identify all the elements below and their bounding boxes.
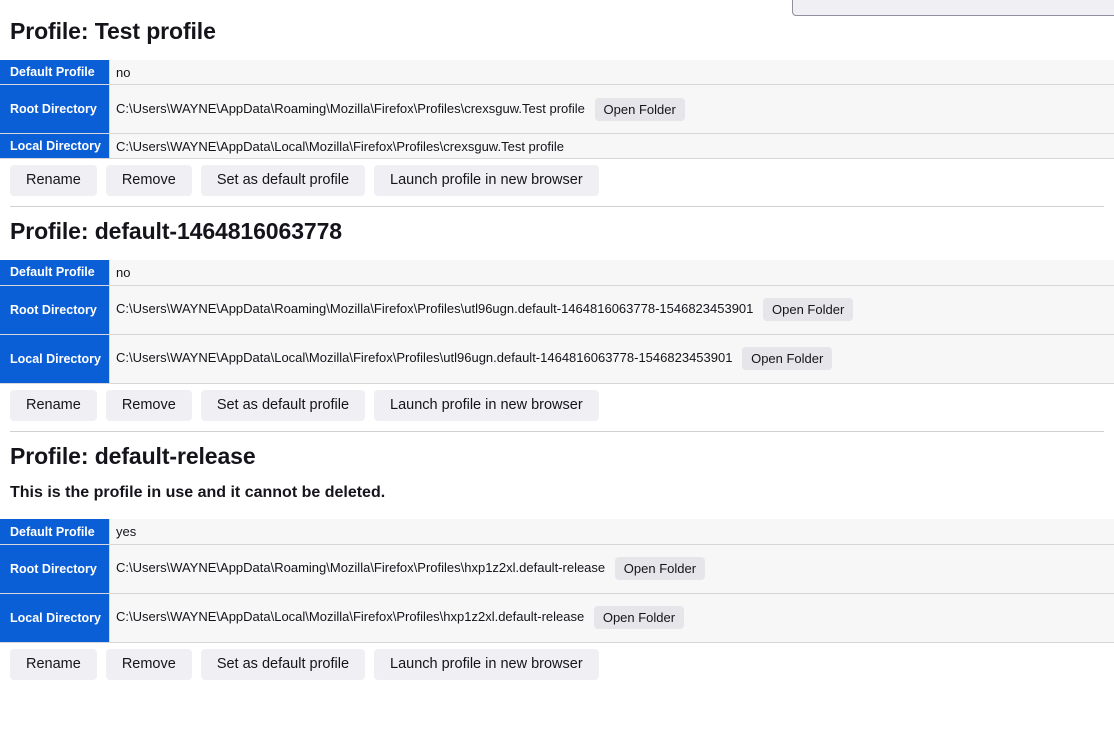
root-directory-path: C:\Users\WAYNE\AppData\Roaming\Mozilla\F… [116, 300, 754, 316]
launch-profile-in-new-browser-button[interactable]: Launch profile in new browser [374, 165, 599, 197]
local-directory-path: C:\Users\WAYNE\AppData\Local\Mozilla\Fir… [116, 609, 585, 625]
default-profile-value: no [116, 264, 131, 280]
table-row: Local Directory C:\Users\WAYNE\AppData\L… [0, 593, 1114, 643]
profile-in-use-notice: This is the profile in use and it cannot… [10, 484, 386, 502]
row-value-default-profile: no [109, 260, 1114, 285]
table-row: Root Directory C:\Users\WAYNE\AppData\Ro… [0, 544, 1114, 594]
row-value-local-directory: C:\Users\WAYNE\AppData\Local\Mozilla\Fir… [109, 334, 1114, 383]
table-row: Local Directory C:\Users\WAYNE\AppData\L… [0, 334, 1114, 383]
rename-button[interactable]: Rename [10, 648, 97, 680]
table-row: Default Profile no [0, 260, 1114, 285]
row-value-local-directory: C:\Users\WAYNE\AppData\Local\Mozilla\Fir… [109, 133, 1114, 159]
about-profiles-page: Profile: Test profile Default Profile no… [0, 0, 1114, 732]
remove-button[interactable]: Remove [105, 165, 192, 197]
local-directory-path: C:\Users\WAYNE\AppData\Local\Mozilla\Fir… [116, 349, 733, 365]
default-profile-value: yes [116, 524, 137, 539]
root-directory-path: C:\Users\WAYNE\AppData\Roaming\Mozilla\F… [116, 100, 585, 116]
row-label-local-directory: Local Directory [0, 593, 111, 643]
set-as-default-profile-button[interactable]: Set as default profile [200, 165, 366, 197]
default-profile-value: no [116, 64, 131, 80]
open-folder-button[interactable]: Open Folder [614, 557, 706, 581]
row-value-default-profile: no [109, 59, 1114, 85]
open-folder-button[interactable]: Open Folder [593, 606, 685, 630]
section-divider [10, 206, 1104, 208]
profile-table: Default Profile no Root Directory C:\Use… [0, 59, 1114, 160]
remove-button[interactable]: Remove [105, 389, 192, 421]
row-label-local-directory: Local Directory [0, 334, 111, 383]
open-folder-button[interactable]: Open Folder [742, 347, 833, 370]
row-label-root-directory: Root Directory [0, 84, 111, 134]
set-as-default-profile-button[interactable]: Set as default profile [200, 389, 366, 421]
open-folder-button[interactable]: Open Folder [594, 97, 685, 121]
spacer-top [0, 0, 1114, 17]
profile-actions: Rename Remove Set as default profile Lau… [0, 643, 1114, 680]
row-value-root-directory: C:\Users\WAYNE\AppData\Roaming\Mozilla\F… [109, 285, 1114, 334]
set-as-default-profile-button[interactable]: Set as default profile [200, 648, 366, 680]
rename-button[interactable]: Rename [10, 165, 97, 197]
profiles-content: Profile: Test profile Default Profile no… [0, 0, 1114, 680]
row-label-default-profile: Default Profile [0, 59, 111, 85]
remove-button[interactable]: Remove [105, 648, 192, 680]
row-value-root-directory: C:\Users\WAYNE\AppData\Roaming\Mozilla\F… [109, 84, 1114, 134]
profile-section-1: Profile: default-1464816063778 Default P… [0, 217, 1114, 421]
profile-actions: Rename Remove Set as default profile Lau… [0, 384, 1114, 421]
profile-section-2: Profile: default-release This is the pro… [0, 442, 1114, 680]
page-title: Profile: default-1464816063778 [10, 218, 342, 245]
open-folder-button[interactable]: Open Folder [763, 298, 854, 321]
launch-profile-in-new-browser-button[interactable]: Launch profile in new browser [374, 389, 599, 421]
profile-table: Default Profile yes Root Directory C:\Us… [0, 519, 1114, 643]
table-row: Default Profile yes [0, 519, 1114, 545]
section-divider [10, 430, 1104, 432]
row-label-local-directory: Local Directory [0, 133, 111, 159]
profile-section-0: Profile: Test profile Default Profile no… [0, 17, 1114, 197]
profile-table: Default Profile no Root Directory C:\Use… [0, 260, 1114, 384]
root-directory-path: C:\Users\WAYNE\AppData\Roaming\Mozilla\F… [116, 560, 606, 576]
local-directory-path: C:\Users\WAYNE\AppData\Local\Mozilla\Fir… [116, 138, 564, 154]
table-row: Root Directory C:\Users\WAYNE\AppData\Ro… [0, 285, 1114, 334]
row-label-default-profile: Default Profile [0, 519, 111, 545]
table-row: Local Directory C:\Users\WAYNE\AppData\L… [0, 133, 1114, 159]
profile-actions: Rename Remove Set as default profile Lau… [0, 159, 1114, 197]
page-title: Profile: default-release [10, 442, 256, 469]
table-row: Default Profile no [0, 59, 1114, 85]
row-value-local-directory: C:\Users\WAYNE\AppData\Local\Mozilla\Fir… [109, 593, 1114, 643]
table-row: Root Directory C:\Users\WAYNE\AppData\Ro… [0, 84, 1114, 134]
row-label-default-profile: Default Profile [0, 260, 111, 285]
launch-profile-in-new-browser-button[interactable]: Launch profile in new browser [374, 648, 599, 680]
row-value-root-directory: C:\Users\WAYNE\AppData\Roaming\Mozilla\F… [109, 544, 1114, 594]
row-label-root-directory: Root Directory [0, 544, 111, 594]
rename-button[interactable]: Rename [10, 389, 97, 421]
page-title: Profile: Test profile [10, 18, 216, 44]
row-value-default-profile: yes [109, 519, 1114, 545]
row-label-root-directory: Root Directory [0, 285, 111, 334]
